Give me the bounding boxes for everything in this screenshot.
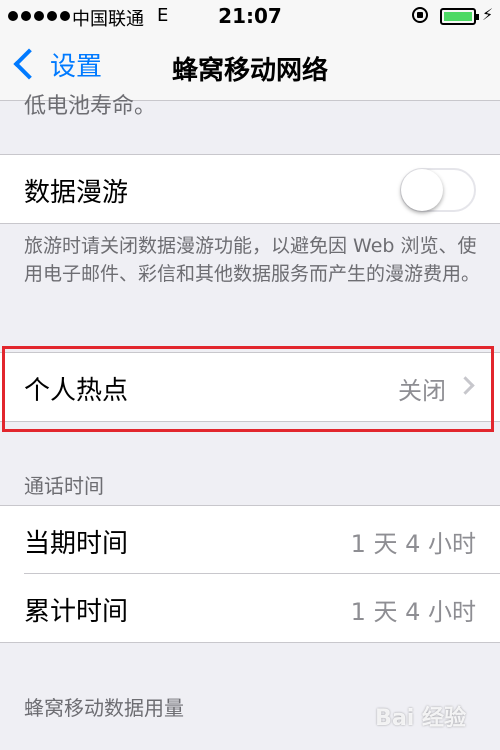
toggle-knob [401, 169, 443, 211]
call-time-group: 当期时间 1 天 4 小时 累计时间 1 天 4 小时 [0, 505, 500, 643]
lifetime-label: 累计时间 [24, 597, 129, 627]
previous-footer-text: 低电池寿命。 [24, 94, 157, 119]
rotation-lock-icon [412, 7, 428, 23]
roaming-toggle[interactable] [400, 168, 476, 212]
battery-icon [440, 8, 479, 25]
call-time-current-row: 当期时间 1 天 4 小时 [0, 506, 500, 574]
charging-icon: ⚡ [482, 5, 494, 24]
current-period-value: 1 天 4 小时 [350, 530, 476, 558]
current-period-label: 当期时间 [24, 529, 129, 559]
cellular-usage-header: 蜂窝移动数据用量 [24, 696, 184, 720]
roaming-group: 数据漫游 [0, 154, 500, 224]
call-time-lifetime-row: 累计时间 1 天 4 小时 [0, 574, 500, 642]
roaming-footer: 旅游时请关闭数据漫游功能，以避免因 Web 浏览、使用电子邮件、彩信和其他数据服… [24, 235, 481, 285]
highlight-box [2, 346, 494, 432]
watermark-logo: Bai 经验 [375, 706, 466, 731]
call-time-header: 通话时间 [24, 474, 104, 498]
roaming-cell: 数据漫游 [0, 155, 500, 223]
status-bar: 中国联通 E 21:07 ⚡ [0, 0, 500, 32]
roaming-label: 数据漫游 [24, 178, 129, 208]
lifetime-value: 1 天 4 小时 [350, 598, 476, 626]
page-title: 蜂窝移动网络 [171, 56, 328, 86]
